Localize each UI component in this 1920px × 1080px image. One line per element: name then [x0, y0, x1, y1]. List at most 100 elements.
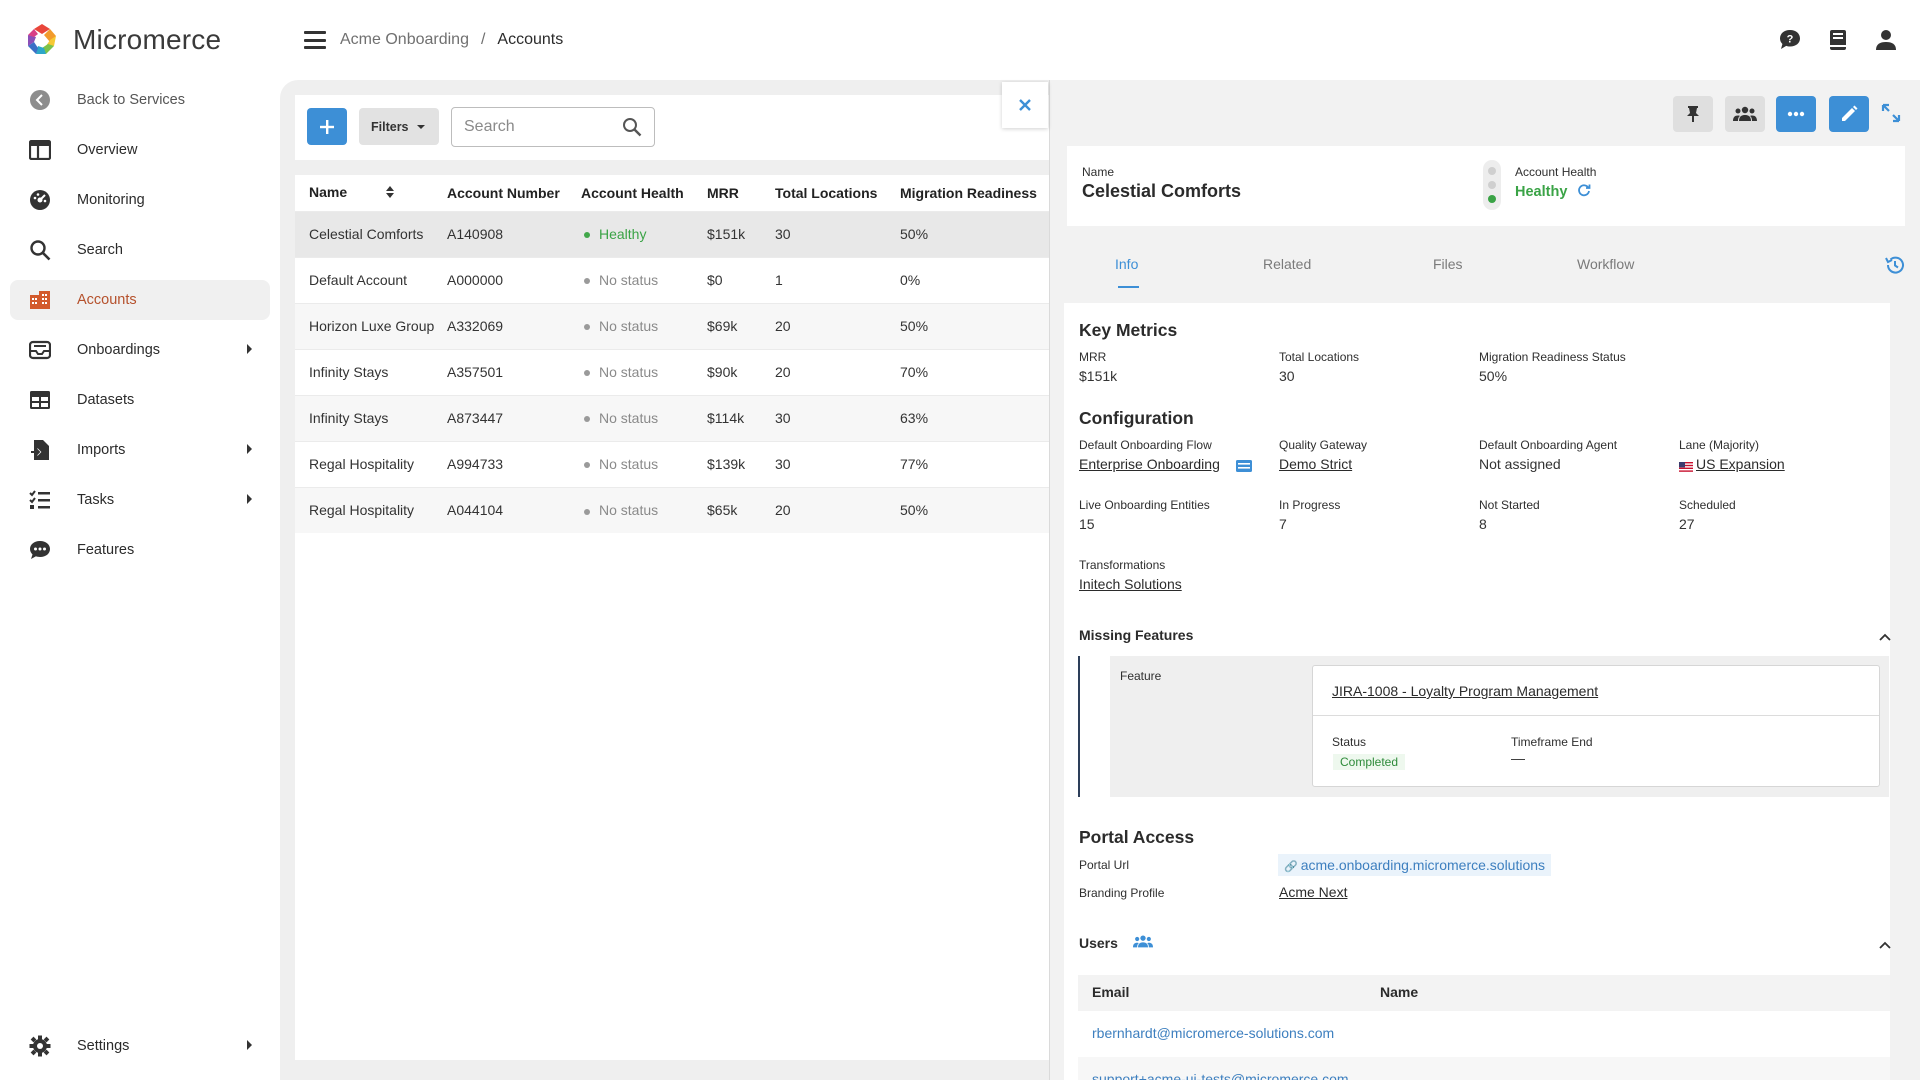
table-row[interactable]: Regal Hospitality A994733 No status $139…: [295, 441, 1065, 487]
cell-account-health: No status: [581, 303, 707, 349]
pin-button[interactable]: [1673, 96, 1713, 132]
column-header-migration-readiness[interactable]: Migration Readiness: [900, 175, 1065, 211]
team-button[interactable]: [1725, 96, 1765, 132]
branding-profile-label: Branding Profile: [1079, 886, 1165, 900]
cell-account-number: A332069: [447, 318, 504, 334]
sidebar-item-imports[interactable]: Imports: [10, 430, 270, 470]
chevron-up-icon[interactable]: [1879, 628, 1891, 644]
column-header-name[interactable]: Name: [295, 175, 447, 211]
users-group-icon[interactable]: [1133, 934, 1153, 952]
sidebar-item-datasets[interactable]: Datasets: [10, 380, 270, 420]
cell-mrr: $69k: [707, 318, 738, 334]
micromerce-logo-icon: [28, 24, 56, 54]
live-entities-value: 15: [1079, 516, 1095, 532]
user-email-link[interactable]: rbernhardt@micromerce-solutions.com: [1092, 1025, 1334, 1041]
sidebar-item-search[interactable]: Search: [10, 230, 270, 270]
in-progress-label: In Progress: [1279, 498, 1341, 512]
filters-button[interactable]: Filters: [359, 108, 439, 145]
tab-files[interactable]: Files: [1433, 256, 1463, 272]
health-status: No status: [599, 410, 659, 426]
refresh-icon[interactable]: [1577, 183, 1591, 201]
tab-workflow[interactable]: Workflow: [1577, 256, 1634, 272]
not-started-label: Not Started: [1479, 498, 1540, 512]
submenu-caret-icon: [247, 444, 252, 454]
table-row[interactable]: Default Account A000000 No status $0 1 0…: [295, 257, 1065, 303]
table-row[interactable]: Infinity Stays A357501 No status $90k 20…: [295, 349, 1065, 395]
search-icon[interactable]: [622, 117, 642, 140]
cell-name: Horizon Luxe Group: [309, 318, 435, 334]
branding-profile-link[interactable]: Acme Next: [1279, 884, 1347, 900]
sidebar-item-onboardings[interactable]: Onboardings: [10, 330, 270, 370]
lane-link[interactable]: US Expansion: [1696, 456, 1785, 472]
history-icon[interactable]: [1884, 254, 1906, 279]
table-row[interactable]: Celestial Comforts A140908 Healthy $151k…: [295, 211, 1065, 257]
search-input[interactable]: [464, 118, 614, 136]
edit-button[interactable]: [1829, 96, 1869, 132]
table-row[interactable]: Infinity Stays A873447 No status $114k 3…: [295, 395, 1065, 441]
header-actions: ?: [1778, 28, 1898, 52]
table-row[interactable]: rbernhardt@micromerce-solutions.com: [1078, 1011, 1890, 1057]
feedback-icon[interactable]: ?: [1778, 28, 1802, 52]
quality-gateway-label: Quality Gateway: [1279, 438, 1368, 452]
health-dot-icon: [584, 508, 590, 515]
name-label: Name: [1082, 165, 1115, 179]
search-field[interactable]: [451, 107, 655, 147]
accounts-table-card: Name Account Number Account Health MRR T…: [295, 175, 1065, 1060]
quality-gateway-link[interactable]: Demo Strict: [1279, 456, 1352, 472]
user-email-link[interactable]: support+acme-ui-tests@micromerce.com: [1092, 1071, 1349, 1080]
menu-toggle-button[interactable]: [304, 31, 326, 49]
tab-related[interactable]: Related: [1263, 256, 1311, 272]
total-locations-value: 30: [1279, 368, 1295, 384]
add-account-button[interactable]: [307, 108, 347, 145]
column-header-account-health[interactable]: Account Health: [581, 175, 707, 211]
close-detail-button[interactable]: [1002, 82, 1048, 128]
timeframe-end-label: Timeframe End: [1511, 735, 1593, 749]
brand-logo[interactable]: Micromerce: [22, 20, 221, 60]
mrr-label: MRR: [1079, 350, 1107, 364]
health-status: No status: [599, 364, 659, 380]
onboarding-agent-value: Not assigned: [1479, 456, 1561, 472]
sidebar-item-features[interactable]: Features: [10, 530, 270, 570]
tab-info[interactable]: Info: [1115, 256, 1138, 272]
back-arrow-icon: [28, 88, 52, 112]
cell-mrr: $139k: [707, 456, 746, 472]
scheduled-label: Scheduled: [1679, 498, 1736, 512]
features-icon: [28, 538, 52, 562]
sort-icon[interactable]: [385, 185, 395, 202]
onboarding-flow-link[interactable]: Enterprise Onboarding: [1079, 456, 1220, 472]
sidebar: Micromerce Back to Services Overview Mon…: [0, 0, 280, 1080]
transformations-link[interactable]: Initech Solutions: [1079, 576, 1182, 592]
column-header-account-number[interactable]: Account Number: [447, 175, 581, 211]
in-progress-value: 7: [1279, 516, 1287, 532]
people-icon: [1733, 106, 1757, 121]
search-icon: [28, 238, 52, 262]
table-row[interactable]: Horizon Luxe Group A332069 No status $69…: [295, 303, 1065, 349]
gear-icon: [28, 1034, 52, 1058]
table-row[interactable]: Regal Hospitality A044104 No status $65k…: [295, 487, 1065, 533]
portal-url-link[interactable]: 🔗 acme.onboarding.micromerce.solutions: [1278, 854, 1552, 876]
feature-link[interactable]: JIRA-1008 - Loyalty Program Management: [1332, 683, 1598, 699]
back-to-services-link[interactable]: Back to Services: [10, 80, 270, 120]
column-header-mrr[interactable]: MRR: [707, 175, 775, 211]
sidebar-item-accounts[interactable]: Accounts: [10, 280, 270, 320]
sidebar-item-label: Onboardings: [77, 342, 161, 358]
more-actions-button[interactable]: [1776, 96, 1816, 132]
column-header-total-locations[interactable]: Total Locations: [775, 175, 900, 211]
sidebar-item-monitoring[interactable]: Monitoring: [10, 180, 270, 220]
cell-account-number: A873447: [447, 410, 504, 426]
flow-card-icon[interactable]: [1236, 459, 1252, 475]
account-icon[interactable]: [1874, 28, 1898, 52]
chevron-up-icon[interactable]: [1879, 936, 1891, 952]
breadcrumb-parent-link[interactable]: Acme Onboarding: [340, 31, 469, 49]
table-row[interactable]: support+acme-ui-tests@micromerce.com: [1078, 1057, 1890, 1080]
cell-total-locations: 1: [775, 272, 783, 288]
docs-icon[interactable]: [1826, 28, 1850, 52]
health-dot-icon: [584, 462, 590, 469]
cell-name: Infinity Stays: [309, 364, 389, 380]
sidebar-item-tasks[interactable]: Tasks: [10, 480, 270, 520]
sidebar-item-settings[interactable]: Settings: [10, 1026, 270, 1066]
expand-icon[interactable]: [1881, 103, 1901, 126]
cell-name: Infinity Stays: [309, 410, 389, 426]
account-health-value: Healthy: [1515, 183, 1591, 201]
sidebar-item-overview[interactable]: Overview: [10, 130, 270, 170]
